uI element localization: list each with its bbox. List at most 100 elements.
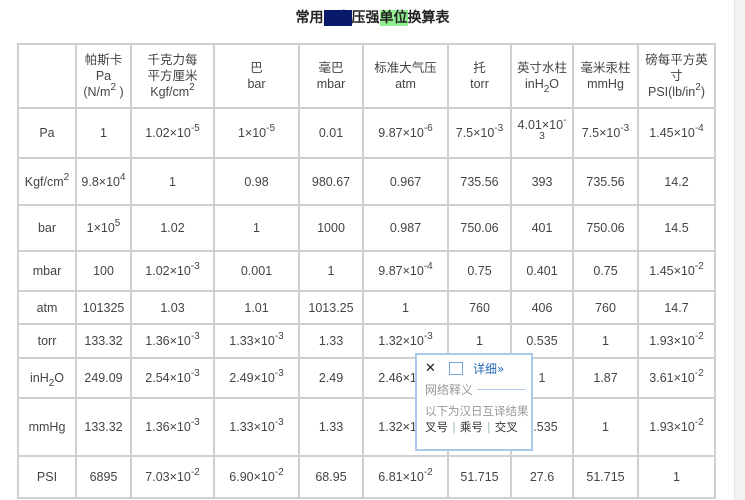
table-cell: 1	[213, 204, 300, 252]
table-cell: 406	[510, 290, 574, 325]
table-cell: 1.33	[298, 323, 364, 359]
table-cell: 9.87×10-6	[362, 107, 449, 159]
row-header: mmHg	[17, 397, 77, 457]
table-row: torr 133.32 1.36×10-3 1.33×10-3 1.33 1.32×10-…	[17, 323, 716, 359]
column-header: 英寸水柱 inH2O	[510, 43, 574, 109]
table-cell: 51.715	[447, 455, 512, 499]
table-cell: 100	[75, 250, 132, 292]
column-header: 毫米汞柱 mmHg	[572, 43, 639, 109]
table-cell: 0.987	[362, 204, 449, 252]
row-header: PSI	[17, 455, 77, 499]
table-cell: 980.67	[298, 157, 364, 206]
table-cell: 2.49×10-3	[213, 357, 300, 399]
exponent: -3	[190, 417, 200, 428]
translation-popup: ✕ 详细» 网络释义 以下为汉日互译结果 叉号 | 乘号 | 交叉	[415, 353, 533, 451]
table-cell: 1013.25	[298, 290, 364, 325]
exponent: 4	[120, 171, 126, 183]
section-header: 网络释义	[417, 381, 531, 397]
popup-links: 叉号 | 乘号 | 交叉	[417, 419, 531, 435]
table-cell: 1.02	[130, 204, 215, 252]
table-cell: 1	[130, 157, 215, 206]
column-header: 托 torr	[447, 43, 512, 109]
table-row: bar 1×105 1.02 1 1000 0.987 750.06 401 750.06 14.…	[17, 204, 716, 252]
table-row: mmHg133.321.36×10-31.33×10-31.331.32×10-…	[17, 397, 716, 457]
table-cell: 1.93×10-2	[637, 397, 716, 457]
popup-description: 以下为汉日互译结果	[425, 404, 529, 418]
result-link[interactable]: 乘号	[460, 420, 483, 434]
table-cell: 1.87	[572, 357, 639, 399]
table-cell: 0.401	[510, 250, 574, 292]
exponent: -3	[620, 123, 630, 134]
scrollbar-track[interactable]	[734, 0, 745, 500]
table-cell: 1.33×10-3	[213, 323, 300, 359]
table-cell: 1.93×10-2	[637, 323, 716, 359]
exponent: -3	[423, 331, 433, 342]
detail-icon	[449, 361, 463, 375]
table-cell: 750.06	[572, 204, 639, 252]
exponent: -2	[190, 467, 200, 478]
table-row: PSI 6895 7.03×10-2 6.90×10-2 68.95 6.81×10-2 5…	[17, 455, 716, 499]
column-header: 毫巴 mbar	[298, 43, 364, 109]
table-cell: 133.32	[75, 397, 132, 457]
exponent: 2	[63, 171, 70, 183]
column-header: 标准大气压 atm	[362, 43, 449, 109]
table-cell: 0.75	[447, 250, 512, 292]
exponent: -3	[539, 115, 567, 142]
table-cell: 735.56	[447, 157, 512, 206]
table-cell: 1.45×10-4	[637, 107, 716, 159]
table-cell: 14.2	[637, 157, 716, 206]
exponent: -5	[190, 123, 200, 134]
table-row: Kgf/cm2 9.8×104 1 0.98 980.67 0.967 735.56 393 7…	[17, 157, 716, 206]
table-cell: 760	[572, 290, 639, 325]
table-cell: 1	[572, 397, 639, 457]
detail-link[interactable]: 详细»	[473, 360, 504, 377]
exponent: -3	[190, 261, 200, 272]
table-cell: 4.01×10-3	[510, 107, 574, 159]
table-cell: 7.5×10-3	[447, 107, 512, 159]
exponent: 2	[695, 82, 701, 93]
exponent: -3	[190, 331, 200, 342]
result-link[interactable]: 叉号	[425, 420, 448, 434]
exponent: -3	[494, 123, 504, 134]
table-cell: 1.33×10-3	[213, 397, 300, 457]
title-text: 换算表	[407, 10, 450, 26]
table-cell: 249.09	[75, 357, 132, 399]
table-cell: 760	[447, 290, 512, 325]
exponent: -3	[274, 368, 284, 379]
table-cell: 9.87×10-4	[362, 250, 449, 292]
row-header: Kgf/cm2	[17, 157, 77, 206]
row-header: mbar	[17, 250, 77, 292]
table-cell: 750.06	[447, 204, 512, 252]
table-cell: 7.5×10-3	[572, 107, 639, 159]
table-cell: 2.54×10-3	[130, 357, 215, 399]
table-cell: 1.01	[213, 290, 300, 325]
table-cell: 0.98	[213, 157, 300, 206]
exponent: 2	[110, 82, 116, 93]
exponent: 2	[189, 82, 195, 93]
row-header: torr	[17, 323, 77, 359]
exponent: -2	[694, 331, 704, 342]
table-cell: 68.95	[298, 455, 364, 499]
table-cell: 14.5	[637, 204, 716, 252]
close-icon[interactable]: ✕	[425, 361, 445, 376]
table-cell: 1.03	[130, 290, 215, 325]
column-header: 千克力每 平方厘米 Kgf/cm2	[130, 43, 215, 109]
column-header: 巴 bar	[213, 43, 300, 109]
exponent: -3	[274, 417, 284, 428]
header-row: 帕斯卡 Pa (N/m2 ) 千克力每 平方厘米 Kgf/cm2 巴 bar 毫巴 mbar 标准大…	[17, 43, 716, 109]
table-cell: 3.61×10-2	[637, 357, 716, 399]
exponent: -3	[190, 368, 200, 379]
subscript: 2	[48, 378, 55, 389]
exponent: -6	[423, 123, 433, 134]
table-cell: 6.90×10-2	[213, 455, 300, 499]
table-cell: 1.02×10-5	[130, 107, 215, 159]
title-highlight-green: 单位	[379, 10, 408, 26]
table-cell: 0.01	[298, 107, 364, 159]
row-header: inH2O	[17, 357, 77, 399]
table-cell: 0.967	[362, 157, 449, 206]
exponent: 5	[114, 218, 121, 229]
exponent: -2	[694, 417, 704, 428]
table-cell: 1.02×10-3	[130, 250, 215, 292]
column-header	[17, 43, 77, 109]
result-link[interactable]: 交叉	[495, 420, 518, 434]
